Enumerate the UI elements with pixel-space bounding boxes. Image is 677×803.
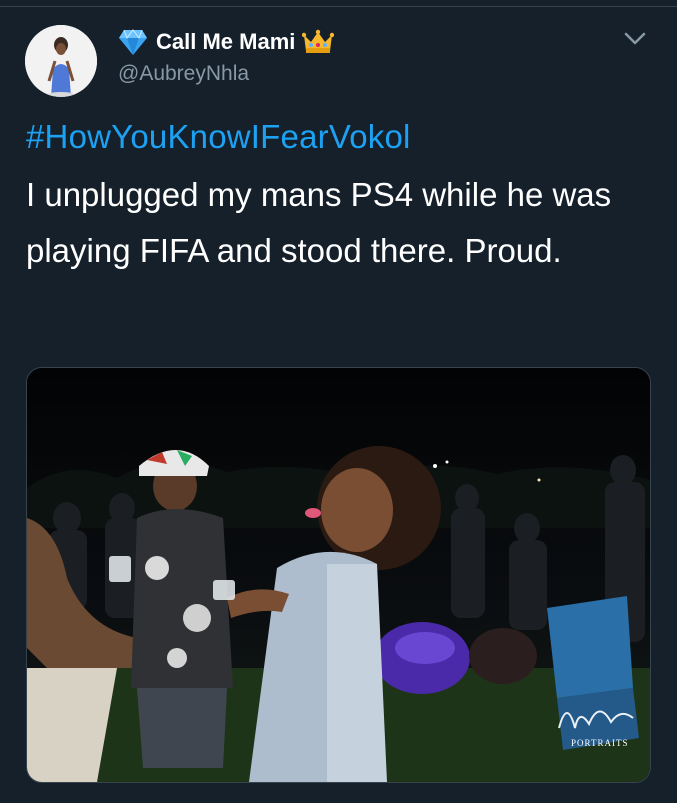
avatar-image [25, 25, 97, 97]
author-name-row[interactable]: Call Me Mami [118, 27, 335, 57]
tweet-text: I unplugged my mans PS4 while he was pla… [26, 176, 612, 269]
chevron-down-icon[interactable] [622, 30, 648, 48]
crown-icon [302, 29, 335, 53]
author-handle[interactable]: @AubreyNhla [118, 62, 249, 86]
tweet-photo[interactable]: PORTRAITS [26, 367, 651, 783]
top-divider [0, 6, 677, 7]
hashtag-link[interactable]: #HowYouKnowIFearVokol [26, 118, 411, 156]
watermark-text: PORTRAITS [571, 738, 628, 748]
diamond-icon [119, 29, 147, 55]
party-photo-image: PORTRAITS [27, 368, 650, 782]
display-name[interactable]: Call Me Mami [156, 29, 295, 55]
avatar[interactable] [25, 25, 97, 97]
